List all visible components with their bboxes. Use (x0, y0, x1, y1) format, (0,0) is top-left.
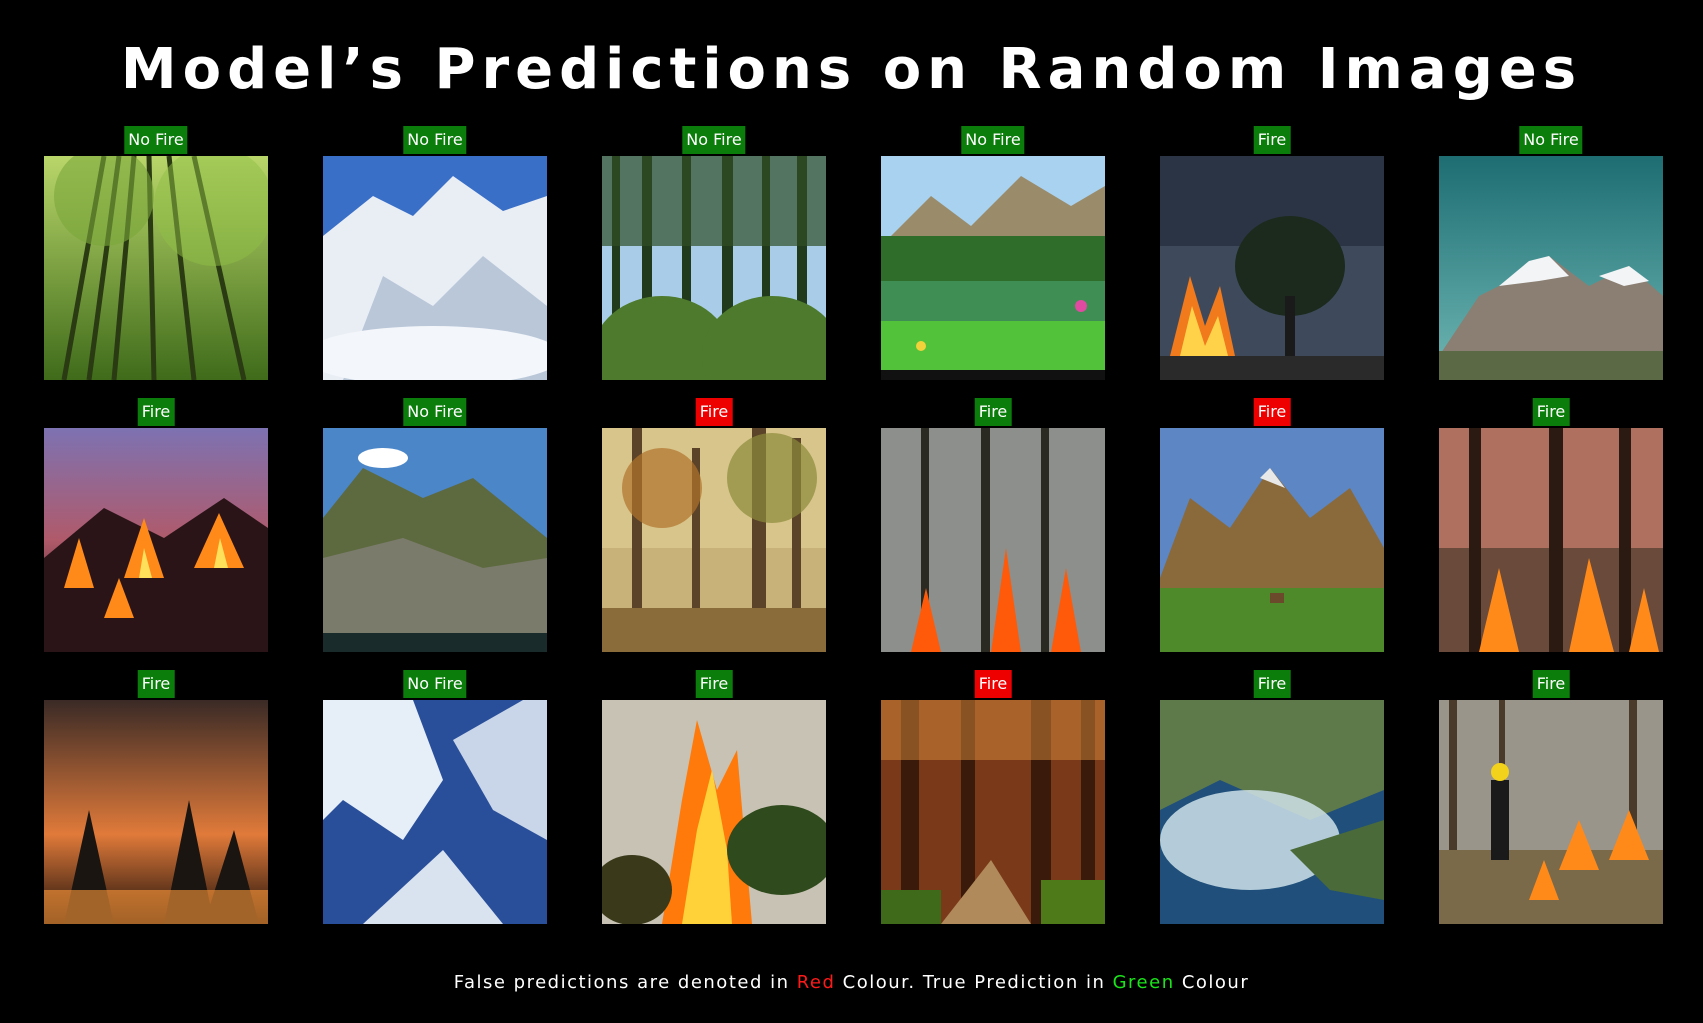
prediction-card: No Fire (323, 670, 547, 924)
prediction-card: No Fire (323, 398, 547, 652)
forest-floor-fire-image (1439, 428, 1663, 652)
firefighter-image (1439, 700, 1663, 924)
prediction-card: Fire (602, 670, 826, 924)
orange-smoke-fire-image (44, 700, 268, 924)
prediction-card: No Fire (44, 126, 268, 380)
prediction-label: Fire (1253, 670, 1291, 698)
legend-text-part1: False predictions are denoted in (453, 972, 797, 993)
alpine-lake-image (881, 156, 1105, 380)
prediction-label: Fire (137, 398, 175, 426)
glacier-mountain-image (323, 700, 547, 924)
prediction-label: Fire (1253, 126, 1291, 154)
prediction-card: No Fire (323, 126, 547, 380)
prediction-label: No Fire (403, 670, 467, 698)
prediction-label: Fire (1532, 670, 1570, 698)
legend-green-word: Green (1112, 972, 1175, 993)
prediction-label: Fire (695, 398, 733, 426)
aerial-smoke-image (1160, 700, 1384, 924)
page-title: Model’s Predictions on Random Images (120, 37, 1583, 102)
snowy-mountain-image (323, 156, 547, 380)
prediction-card: Fire (1439, 670, 1663, 924)
prediction-card: Fire (44, 398, 268, 652)
mountain-village-image (1160, 428, 1384, 652)
legend-caption: False predictions are denoted in Red Col… (0, 972, 1703, 993)
legend-red-word: Red (796, 972, 836, 993)
prediction-card: Fire (1160, 126, 1384, 380)
legend-text-part3: Colour (1174, 972, 1250, 993)
prediction-card: No Fire (1439, 126, 1663, 380)
prediction-label: No Fire (403, 126, 467, 154)
prediction-label: No Fire (961, 126, 1025, 154)
prediction-label: Fire (1253, 398, 1291, 426)
green-forest-image (44, 156, 268, 380)
autumn-forest-image (602, 428, 826, 652)
redwood-path-image (881, 700, 1105, 924)
burning-tree-image (1160, 156, 1384, 380)
prediction-label: No Fire (403, 398, 467, 426)
prediction-label: Fire (695, 670, 733, 698)
prediction-label: Fire (1532, 398, 1570, 426)
green-mountain-image (323, 428, 547, 652)
panorama-forest-image (602, 156, 826, 380)
prediction-card: No Fire (602, 126, 826, 380)
prediction-card: Fire (881, 670, 1105, 924)
prediction-card: Fire (881, 398, 1105, 652)
prediction-card: Fire (1160, 398, 1384, 652)
prediction-label: Fire (974, 670, 1012, 698)
night-wildfire-image (44, 428, 268, 652)
prediction-grid: No Fire No Fire No Fire No Fire Fire No … (44, 126, 1663, 926)
snow-peaks-image (1439, 156, 1663, 380)
prediction-card: Fire (602, 398, 826, 652)
smoky-forest-fire-image (881, 428, 1105, 652)
prediction-label: No Fire (124, 126, 188, 154)
prediction-card: No Fire (881, 126, 1105, 380)
prediction-label: No Fire (1519, 126, 1583, 154)
prediction-label: Fire (137, 670, 175, 698)
prediction-card: Fire (1439, 398, 1663, 652)
prediction-label: Fire (974, 398, 1012, 426)
prediction-card: Fire (1160, 670, 1384, 924)
prediction-label: No Fire (682, 126, 746, 154)
prediction-card: Fire (44, 670, 268, 924)
legend-text-part2: Colour. True Prediction in (835, 972, 1113, 993)
flame-column-image (602, 700, 826, 924)
